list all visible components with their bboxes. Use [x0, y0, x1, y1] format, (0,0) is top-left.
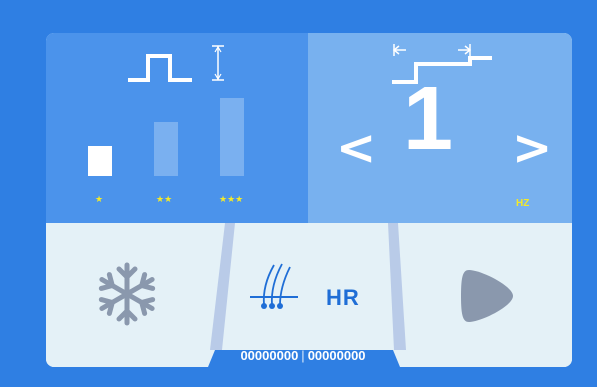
play-shape-icon [461, 270, 513, 322]
intensity-bar-3[interactable] [220, 98, 244, 176]
hair-follicle-icon [250, 263, 298, 309]
intensity-bar-1[interactable] [88, 146, 112, 176]
intensity-stars-2: ★★ [156, 195, 173, 205]
pulse-amplitude-icon [128, 45, 224, 82]
hair-removal-mode-button[interactable]: HR [240, 255, 380, 335]
hr-mode-label: HR [326, 285, 360, 310]
cooling-button[interactable] [70, 245, 200, 345]
frequency-increase-button[interactable]: > [512, 124, 552, 172]
counter-right: 00000000 [307, 348, 366, 363]
start-button[interactable] [445, 262, 535, 342]
counter-left: 00000000 [240, 348, 299, 363]
counter-separator: | [301, 348, 305, 363]
shot-counter: 00000000 | 00000000 [217, 345, 389, 367]
intensity-stars-1: ★ [95, 195, 104, 205]
intensity-stars-3: ★★★ [219, 195, 244, 205]
frequency-unit: HZ [516, 198, 530, 209]
intensity-bar-2[interactable] [154, 122, 178, 176]
frequency-value: 1 [402, 69, 454, 169]
snowflake-icon [98, 262, 156, 326]
